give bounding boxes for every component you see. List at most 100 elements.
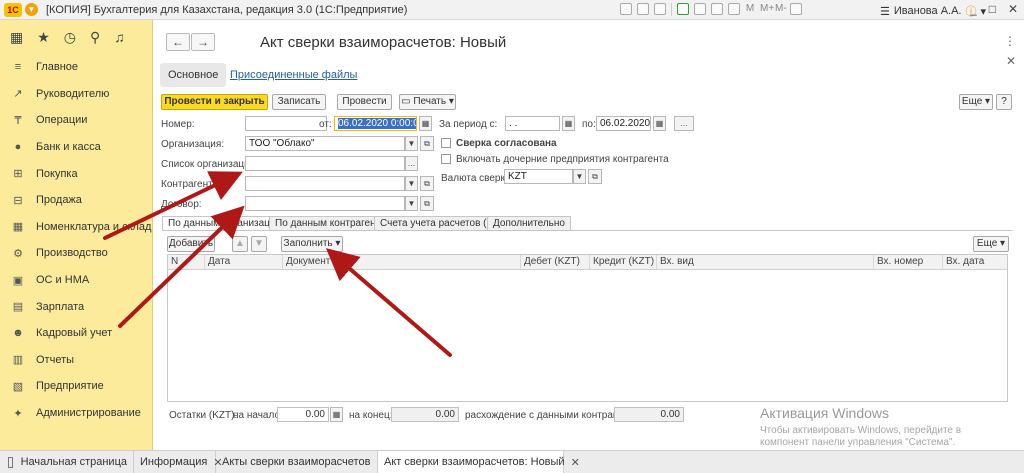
history-icon[interactable]: ◷: [64, 29, 76, 46]
column-document[interactable]: Документ: [283, 255, 521, 269]
column-in-number[interactable]: Вх. номер: [874, 255, 943, 269]
sidebar-item-operations[interactable]: ₸ Операции: [0, 107, 152, 134]
org-list-field[interactable]: [245, 156, 405, 171]
tab-additional[interactable]: Дополнительно: [487, 216, 571, 231]
chevron-down-icon[interactable]: ▼: [573, 169, 586, 184]
sidebar-item-sales[interactable]: ⊟ Продажа: [0, 187, 152, 214]
favorites-star-icon[interactable]: ★: [37, 29, 50, 46]
reconciliation-table[interactable]: N Дата Документ Дебет (KZT) Кредит (KZT)…: [167, 254, 1008, 402]
task-info[interactable]: Информация ✕: [134, 451, 223, 473]
sidebar-item-nomenclature[interactable]: ▦ Номенклатура и склад: [0, 214, 152, 241]
copy-icon[interactable]: [620, 3, 632, 15]
sidebar-item-purchase[interactable]: ⊞ Покупка: [0, 160, 152, 187]
column-debit[interactable]: Дебет (KZT): [521, 255, 590, 269]
help-button[interactable]: ?: [996, 94, 1012, 110]
salary-icon: ▤: [12, 301, 24, 314]
tab-attached-files[interactable]: Присоединенные файлы: [222, 63, 365, 87]
column-n[interactable]: N: [168, 255, 205, 269]
sidebar-item-production[interactable]: ⚙ Производство: [0, 240, 152, 267]
sidebar-item-reports[interactable]: ▥ Отчеты: [0, 347, 152, 374]
open-icon[interactable]: ⧉: [420, 176, 434, 191]
assets-icon: ▣: [12, 274, 24, 287]
sidebar-item-hr[interactable]: ☻ Кадровый учет: [0, 320, 152, 347]
table-more-button[interactable]: Еще ▾: [973, 236, 1009, 252]
period-from-field[interactable]: . .: [505, 116, 560, 131]
user-name: Иванова А.А.: [893, 5, 962, 17]
apps-grid-icon[interactable]: ▦: [10, 29, 23, 46]
memory-button[interactable]: M: [745, 3, 755, 16]
bell-icon[interactable]: ♫: [114, 29, 125, 45]
sidebar-item-admin[interactable]: ✦ Администрирование: [0, 400, 152, 427]
chevron-down-icon[interactable]: ▼: [405, 196, 418, 211]
counterparty-field[interactable]: [245, 176, 405, 191]
minimize-button[interactable]: _: [970, 2, 977, 16]
period-select-button[interactable]: …: [674, 116, 694, 131]
window-title: [КОПИЯ] Бухгалтерия для Казахстана, реда…: [46, 3, 408, 16]
number-field[interactable]: [245, 116, 327, 131]
sidebar-item-main[interactable]: ≡ Главное: [0, 54, 152, 81]
org-list-label: Список организаций:: [161, 159, 259, 170]
move-up-icon[interactable]: ▲: [232, 236, 248, 252]
sidebar-item-enterprise[interactable]: ▧ Предприятие: [0, 373, 152, 400]
print-button[interactable]: ▭ Печать ▾: [399, 94, 456, 110]
fill-button[interactable]: Заполнить ▾: [281, 236, 343, 252]
print-icon[interactable]: [637, 3, 649, 15]
close-icon[interactable]: ✕: [571, 456, 580, 469]
currency-field[interactable]: KZT: [504, 169, 573, 184]
maximize-button[interactable]: □: [989, 2, 996, 16]
sidebar-item-label: Операции: [36, 114, 88, 127]
close-icon[interactable]: ✕: [1006, 54, 1016, 68]
move-down-icon[interactable]: ▼: [251, 236, 267, 252]
memory-plus-button[interactable]: M+: [760, 3, 774, 16]
calendar-icon[interactable]: ▦: [562, 116, 575, 131]
memory-minus-button[interactable]: M-: [775, 3, 787, 16]
forward-button[interactable]: →: [191, 33, 215, 51]
tab-main[interactable]: Основное: [160, 63, 227, 87]
column-date[interactable]: Дата: [205, 255, 283, 269]
select-button[interactable]: …: [405, 156, 418, 171]
zoom-icon[interactable]: [790, 3, 802, 15]
subsidiary-checkbox[interactable]: [441, 154, 451, 164]
column-in-kind[interactable]: Вх. вид: [657, 255, 874, 269]
post-button[interactable]: Провести: [337, 94, 392, 110]
sidebar-item-assets[interactable]: ▣ ОС и НМА: [0, 267, 152, 294]
organization-field[interactable]: ТОО "Облако": [245, 136, 405, 151]
chevron-down-icon[interactable]: ▼: [405, 176, 418, 191]
save-to-file-icon[interactable]: [677, 3, 689, 15]
task-current-act[interactable]: Акт сверки взаиморасчетов: Новый ✕: [378, 451, 580, 473]
save-button[interactable]: Записать: [272, 94, 326, 110]
calendar-icon[interactable]: [728, 3, 740, 15]
column-credit[interactable]: Кредит (KZT): [590, 255, 657, 269]
date-field[interactable]: 06.02.2020 0:00:00: [334, 116, 417, 131]
start-balance-field[interactable]: 0.00: [277, 407, 329, 422]
search-icon[interactable]: ⚲: [90, 29, 100, 46]
open-icon[interactable]: ⧉: [420, 196, 434, 211]
add-row-button[interactable]: Добавить: [167, 236, 215, 252]
preview-icon[interactable]: [654, 3, 666, 15]
table-icon[interactable]: [694, 3, 706, 15]
calendar-icon[interactable]: ▦: [653, 116, 666, 131]
agreed-checkbox[interactable]: [441, 138, 451, 148]
open-icon[interactable]: ⧉: [420, 136, 434, 151]
calculator-icon[interactable]: ▦: [330, 407, 343, 422]
period-to-field[interactable]: 06.02.2020: [596, 116, 651, 131]
chevron-down-icon[interactable]: ▼: [405, 136, 418, 151]
contract-field[interactable]: [245, 196, 405, 211]
calculator-icon[interactable]: [711, 3, 723, 15]
close-window-button[interactable]: ✕: [1008, 2, 1018, 16]
sidebar-item-salary[interactable]: ▤ Зарплата: [0, 293, 152, 320]
calendar-icon[interactable]: ▦: [419, 116, 432, 131]
post-and-close-button[interactable]: Провести и закрыть: [161, 94, 268, 110]
sidebar-item-manager[interactable]: ↗ Руководителю: [0, 81, 152, 108]
task-home[interactable]: Начальная страница: [0, 451, 134, 473]
open-icon[interactable]: ⧉: [588, 169, 602, 184]
column-in-date[interactable]: Вх. дата: [943, 255, 1007, 269]
task-acts-list[interactable]: Акты сверки взаиморасчетов ✕: [216, 451, 386, 473]
app-logo-icon[interactable]: 1С: [4, 2, 22, 17]
back-button[interactable]: ←: [166, 33, 190, 51]
more-button[interactable]: Еще ▾: [959, 94, 993, 110]
more-dots-icon[interactable]: ⋮: [1004, 34, 1016, 48]
main-menu-chevron-icon[interactable]: ▼: [25, 3, 38, 16]
currency-label: Валюта сверки:: [441, 173, 514, 184]
sidebar-item-bank[interactable]: ● Банк и касса: [0, 134, 152, 161]
